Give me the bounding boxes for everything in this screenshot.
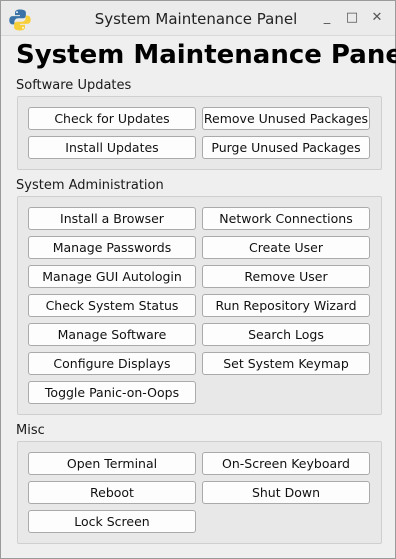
create-user-button[interactable]: Create User bbox=[202, 236, 370, 259]
remove-unused-packages-button[interactable]: Remove Unused Packages bbox=[202, 107, 370, 130]
section-label-misc: Misc bbox=[16, 423, 45, 438]
search-logs-button[interactable]: Search Logs bbox=[202, 323, 370, 346]
shut-down-button[interactable]: Shut Down bbox=[202, 481, 370, 504]
manage-passwords-button[interactable]: Manage Passwords bbox=[28, 236, 196, 259]
open-terminal-button[interactable]: Open Terminal bbox=[28, 452, 196, 475]
main-window: System Maintenance Panel _ □ ✕ System Ma… bbox=[0, 0, 396, 559]
manage-software-button[interactable]: Manage Software bbox=[28, 323, 196, 346]
install-browser-button[interactable]: Install a Browser bbox=[28, 207, 196, 230]
install-updates-button[interactable]: Install Updates bbox=[28, 136, 196, 159]
purge-unused-packages-button[interactable]: Purge Unused Packages bbox=[202, 136, 370, 159]
manage-gui-autologin-button[interactable]: Manage GUI Autologin bbox=[28, 265, 196, 288]
page-title: System Maintenance Panel bbox=[16, 40, 396, 70]
minimize-icon[interactable]: _ bbox=[319, 10, 335, 26]
lock-screen-button[interactable]: Lock Screen bbox=[28, 510, 196, 533]
section-label-software-updates: Software Updates bbox=[16, 78, 132, 93]
python-icon bbox=[9, 9, 31, 31]
title-bar[interactable]: System Maintenance Panel _ □ ✕ bbox=[1, 1, 395, 36]
network-connections-button[interactable]: Network Connections bbox=[202, 207, 370, 230]
reboot-button[interactable]: Reboot bbox=[28, 481, 196, 504]
set-system-keymap-button[interactable]: Set System Keymap bbox=[202, 352, 370, 375]
window-title: System Maintenance Panel bbox=[94, 10, 298, 28]
remove-user-button[interactable]: Remove User bbox=[202, 265, 370, 288]
toggle-panic-on-oops-button[interactable]: Toggle Panic-on-Oops bbox=[28, 381, 196, 404]
configure-displays-button[interactable]: Configure Displays bbox=[28, 352, 196, 375]
check-for-updates-button[interactable]: Check for Updates bbox=[28, 107, 196, 130]
section-label-system-administration: System Administration bbox=[16, 178, 164, 193]
on-screen-keyboard-button[interactable]: On-Screen Keyboard bbox=[202, 452, 370, 475]
maximize-icon[interactable]: □ bbox=[344, 10, 360, 26]
close-icon[interactable]: ✕ bbox=[369, 10, 385, 26]
check-system-status-button[interactable]: Check System Status bbox=[28, 294, 196, 317]
run-repository-wizard-button[interactable]: Run Repository Wizard bbox=[202, 294, 370, 317]
